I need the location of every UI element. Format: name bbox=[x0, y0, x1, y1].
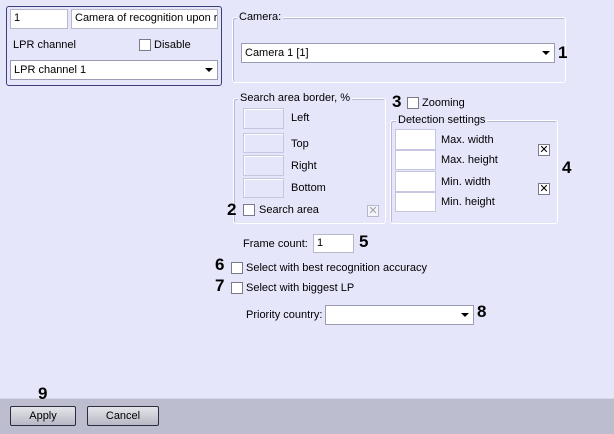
camera-select[interactable]: Camera 1 [1] bbox=[241, 43, 555, 63]
left-label: Left bbox=[291, 112, 310, 124]
min-width-input[interactable] bbox=[395, 171, 436, 192]
frame-count-label: Frame count: bbox=[243, 238, 308, 250]
right-border-input[interactable] bbox=[243, 155, 284, 176]
max-size-edit-icon[interactable]: ✕ bbox=[538, 144, 550, 156]
bottom-label: Bottom bbox=[291, 182, 326, 194]
name-field[interactable]: Camera of recognition upon re bbox=[71, 9, 218, 29]
lpr-channel-select-value: LPR channel 1 bbox=[14, 64, 87, 76]
bottom-border-input[interactable] bbox=[243, 178, 284, 198]
callout-1: 1 bbox=[558, 43, 568, 62]
min-height-input[interactable] bbox=[395, 192, 436, 212]
callout-6: 6 bbox=[215, 255, 225, 274]
callout-3: 3 bbox=[392, 92, 402, 111]
camera-select-value: Camera 1 [1] bbox=[245, 47, 309, 59]
chevron-down-icon[interactable] bbox=[457, 307, 472, 323]
frame-count-input[interactable]: 1 bbox=[313, 234, 354, 253]
chevron-down-icon[interactable] bbox=[538, 45, 553, 61]
search-area-label: Search area bbox=[259, 204, 319, 216]
min-width-label: Min. width bbox=[441, 176, 491, 188]
best-accuracy-checkbox[interactable] bbox=[231, 262, 243, 274]
search-area-checkbox[interactable] bbox=[243, 204, 255, 216]
disable-checkbox[interactable] bbox=[139, 39, 151, 51]
zooming-label: Zooming bbox=[422, 97, 465, 109]
callout-7: 7 bbox=[215, 276, 225, 295]
lpr-channel-label: LPR channel bbox=[13, 39, 76, 51]
callout-8: 8 bbox=[477, 302, 487, 321]
search-area-group-title: Search area border, % bbox=[238, 92, 353, 104]
cancel-button[interactable]: Cancel bbox=[87, 406, 159, 426]
max-height-label: Max. height bbox=[441, 154, 498, 166]
left-border-input[interactable] bbox=[243, 108, 284, 129]
max-width-input[interactable] bbox=[395, 129, 436, 150]
biggest-lp-checkbox[interactable] bbox=[231, 282, 243, 294]
best-accuracy-label: Select with best recognition accuracy bbox=[246, 262, 427, 274]
priority-country-select[interactable] bbox=[325, 305, 474, 325]
id-field[interactable]: 1 bbox=[10, 9, 68, 29]
search-area-edit-icon[interactable]: ✕ bbox=[367, 205, 379, 217]
disable-label: Disable bbox=[154, 39, 191, 51]
lpr-channel-select[interactable]: LPR channel 1 bbox=[10, 60, 218, 80]
biggest-lp-label: Select with biggest LP bbox=[246, 282, 355, 294]
chevron-down-icon[interactable] bbox=[201, 62, 216, 78]
priority-country-label: Priority country: bbox=[246, 309, 323, 321]
apply-button[interactable]: Apply bbox=[10, 406, 76, 426]
top-label: Top bbox=[291, 138, 309, 150]
detection-group-title: Detection settings bbox=[396, 114, 488, 126]
max-width-label: Max. width bbox=[441, 134, 494, 146]
min-size-edit-icon[interactable]: ✕ bbox=[538, 183, 550, 195]
zooming-checkbox[interactable] bbox=[407, 97, 419, 109]
callout-9: 9 bbox=[38, 384, 48, 403]
camera-group-title: Camera: bbox=[237, 11, 284, 23]
top-border-input[interactable] bbox=[243, 133, 284, 153]
callout-4: 4 bbox=[562, 158, 572, 177]
callout-2: 2 bbox=[227, 200, 237, 219]
callout-5: 5 bbox=[359, 232, 369, 251]
min-height-label: Min. height bbox=[441, 196, 495, 208]
max-height-input[interactable] bbox=[395, 150, 436, 170]
right-label: Right bbox=[291, 160, 317, 172]
